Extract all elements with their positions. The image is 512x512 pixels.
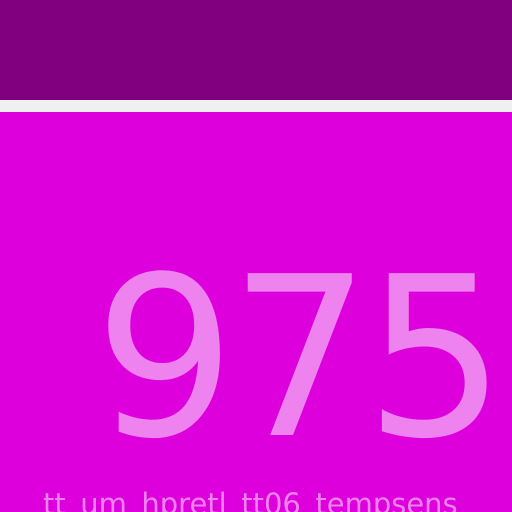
divider <box>0 100 512 112</box>
header-bar <box>0 0 512 100</box>
tile-value: 975 <box>94 230 506 488</box>
tile-caption: tt_um_hpretl_tt06_tempsens <box>43 487 458 512</box>
value-tile: 975 tt_um_hpretl_tt06_tempsens <box>0 112 512 512</box>
